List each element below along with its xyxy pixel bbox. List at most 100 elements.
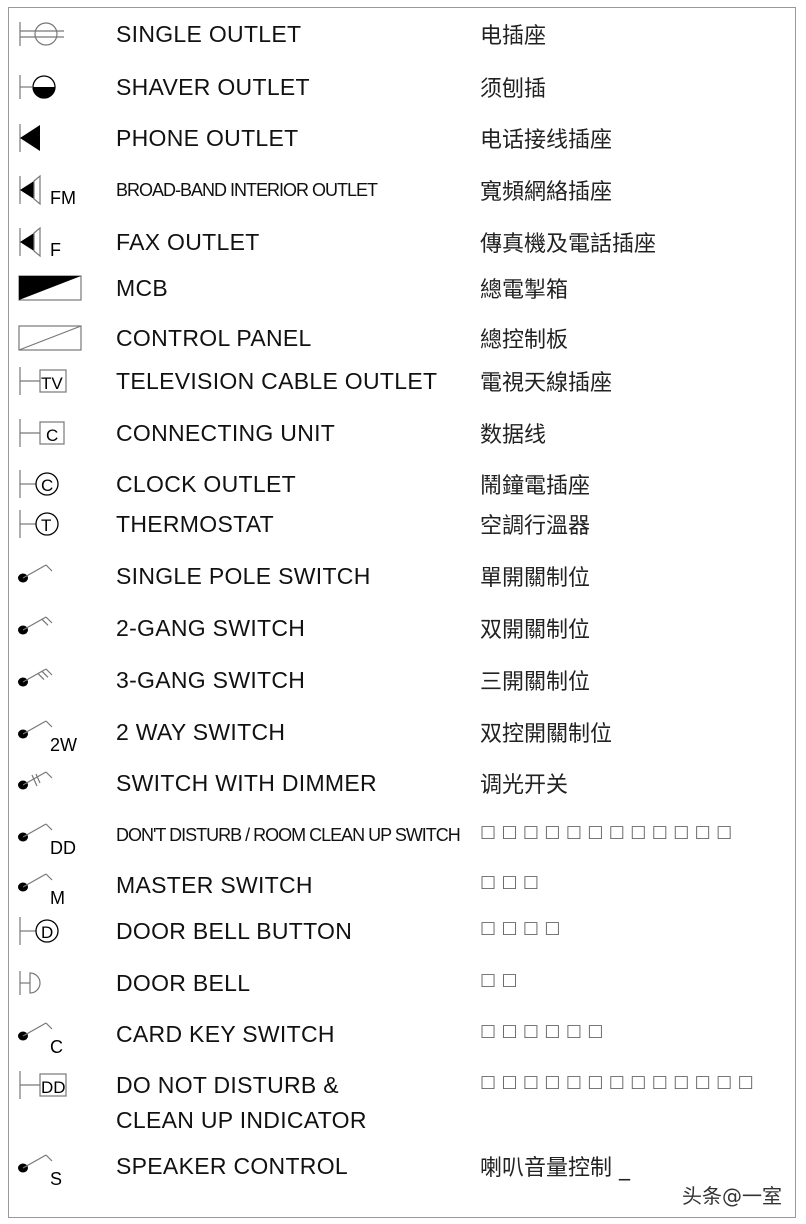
english-label-line2: CLEAN UP INDICATOR <box>116 1107 367 1133</box>
chinese-label: 總控制板 <box>480 328 569 353</box>
legend-row: FM BROAD-BAND INTERIOR OUTLET 寬頻網絡插座FM <box>0 168 806 212</box>
english-label: 2-GANG SWITCH <box>116 615 306 641</box>
english-label: CARD KEY SWITCH <box>116 1021 335 1047</box>
chinese-label: □ □ □ <box>480 872 539 892</box>
chinese-label: 调光开关 <box>480 773 569 798</box>
dimmer-switch-icon <box>12 761 92 805</box>
svg-text:F: F <box>50 240 61 260</box>
door-bell-icon <box>12 961 92 1005</box>
switch-icon: 2W <box>12 710 92 755</box>
watermark: 头条@一室 <box>682 1184 782 1208</box>
chinese-label: 傳真機及電話插座 <box>480 232 657 257</box>
phone-outlet-icon <box>12 116 92 160</box>
switch-icon <box>12 554 92 598</box>
svg-text:T: T <box>41 516 51 535</box>
svg-text:FM: FM <box>50 188 76 208</box>
english-label: SINGLE OUTLET <box>116 21 302 47</box>
legend-row: C CLOCK OUTLET 鬧鐘電插座C <box>0 462 806 506</box>
svg-text:C: C <box>50 1037 63 1056</box>
chinese-label: □ □ <box>480 970 518 990</box>
legend-row: SINGLE POLE SWITCH 單開關制位 <box>0 554 806 598</box>
legend-row: SINGLE OUTLET 电插座 <box>0 12 806 56</box>
english-label: TELEVISION CABLE OUTLET <box>116 368 438 394</box>
switch-icon: DD <box>12 813 92 858</box>
chinese-label: □ □ □ □ □ □ □ □ □ □ □ □ □ <box>480 1072 754 1092</box>
legend-row: SHAVER OUTLET 须刨插 <box>0 65 806 109</box>
fax-outlet-icon: F <box>12 220 92 264</box>
svg-text:2W: 2W <box>50 735 77 754</box>
english-label: DOOR BELL <box>116 970 251 996</box>
english-label: SWITCH WITH DIMMER <box>116 770 377 796</box>
switch-icon: M <box>12 863 92 908</box>
switch-icon <box>12 658 92 702</box>
chinese-label: 寬頻網絡插座 <box>480 180 613 205</box>
english-label: CLOCK OUTLET <box>116 471 296 497</box>
legend-row: C CARD KEY SWITCH □ □ □ □ □ □C <box>0 1012 806 1057</box>
svg-text:M: M <box>50 888 65 907</box>
legend-row: C CONNECTING UNIT 数据线C <box>0 411 806 455</box>
legend-row: DOOR BELL □ □ <box>0 961 806 1005</box>
legend-row: SWITCH WITH DIMMER 调光开关 <box>0 761 806 805</box>
english-label: CONTROL PANEL <box>116 325 312 351</box>
chinese-label: □ □ □ □ □ □ <box>480 1021 604 1041</box>
svg-text:DD: DD <box>41 1078 66 1097</box>
chinese-label: 空調行溫器 <box>480 514 591 539</box>
chinese-label: 电插座 <box>480 24 547 49</box>
english-label: THERMOSTAT <box>116 511 275 537</box>
legend-row: 2W 2 WAY SWITCH 双控開關制位2W <box>0 710 806 755</box>
svg-text:DD: DD <box>50 838 76 857</box>
english-label: FAX OUTLET <box>116 229 260 255</box>
legend-row: 3-GANG SWITCH 三開關制位 <box>0 658 806 702</box>
chinese-label: □ □ □ □ □ □ □ □ □ □ □ □ <box>480 822 733 842</box>
control-panel-icon <box>12 316 92 360</box>
svg-text:C: C <box>41 476 53 495</box>
svg-text:TV: TV <box>41 374 63 393</box>
chinese-label: 喇叭音量控制 _ <box>480 1156 630 1181</box>
legend-row: F FAX OUTLET 傳真機及電話插座F <box>0 220 806 264</box>
chinese-label: 数据线 <box>480 423 547 448</box>
legend-row: T THERMOSTAT 空調行溫器T <box>0 502 806 546</box>
english-label: 3-GANG SWITCH <box>116 667 306 693</box>
english-label: MCB <box>116 275 169 301</box>
legend-row: DD DON'T DISTURB / ROOM CLEAN UP SWITCH … <box>0 813 806 858</box>
english-label: SINGLE POLE SWITCH <box>116 563 371 589</box>
legend-row: D DOOR BELL BUTTON □ □ □ □D <box>0 909 806 953</box>
legend-row: DD DO NOT DISTURB & CLEAN UP INDICATOR □… <box>0 1063 806 1133</box>
english-label: DON'T DISTURB / ROOM CLEAN UP SWITCH <box>116 825 461 845</box>
circled-icon: C <box>12 462 92 506</box>
chinese-label: 电话接线插座 <box>480 128 613 153</box>
boxed-icon: C <box>12 411 92 455</box>
broadband-outlet-icon: FM <box>12 168 92 212</box>
circled-icon: D <box>12 909 92 953</box>
svg-text:C: C <box>46 426 58 445</box>
english-label: BROAD-BAND INTERIOR OUTLET <box>116 180 378 200</box>
english-label: CONNECTING UNIT <box>116 420 336 446</box>
legend-row: MCB 總電掣箱 <box>0 266 806 310</box>
english-label: SHAVER OUTLET <box>116 74 310 100</box>
chinese-label: 双開關制位 <box>480 618 591 643</box>
chinese-label: □ □ □ □ <box>480 918 561 938</box>
legend-row: CONTROL PANEL 總控制板 <box>0 316 806 360</box>
mcb-icon <box>12 266 92 310</box>
single-outlet-icon <box>12 12 92 56</box>
chinese-label: 双控開關制位 <box>480 722 613 747</box>
english-label: DOOR BELL BUTTON <box>116 918 353 944</box>
chinese-label: 電視天線插座 <box>480 371 613 396</box>
switch-icon <box>12 606 92 650</box>
svg-text:D: D <box>41 923 53 942</box>
english-label: 2 WAY SWITCH <box>116 719 286 745</box>
english-label: PHONE OUTLET <box>116 125 299 151</box>
legend-row: M MASTER SWITCH □ □ □M <box>0 863 806 908</box>
english-label: DO NOT DISTURB & <box>116 1072 339 1098</box>
boxed-icon: DD <box>12 1063 92 1107</box>
boxed-icon: TV <box>12 359 92 403</box>
circled-icon: T <box>12 502 92 546</box>
legend-row: PHONE OUTLET 电话接线插座 <box>0 116 806 160</box>
svg-text:S: S <box>50 1169 62 1188</box>
legend-row: TV TELEVISION CABLE OUTLET 電視天線插座TV <box>0 359 806 403</box>
english-label: MASTER SWITCH <box>116 872 313 898</box>
legend-row: 2-GANG SWITCH 双開關制位 <box>0 606 806 650</box>
chinese-label: 三開關制位 <box>480 670 591 695</box>
chinese-label: 總電掣箱 <box>480 278 569 303</box>
chinese-label: 须刨插 <box>480 77 547 102</box>
